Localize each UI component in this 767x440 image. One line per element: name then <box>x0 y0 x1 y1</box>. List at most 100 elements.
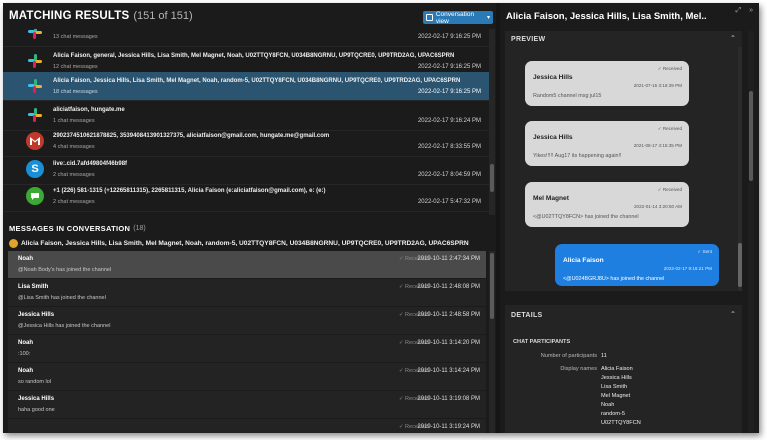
message-row[interactable]: ✓ Received 2019-10-11 3:19:24 PM <box>8 419 486 433</box>
message-row[interactable]: Jessica Hills haha good one ✓ Received 2… <box>8 391 486 419</box>
result-sub: 1 chat messages <box>53 118 95 124</box>
preview-panel: PREVIEW ⌃ ✓ Received Jessica Hills 2021-… <box>505 31 742 291</box>
result-sub: 2 chat messages <box>53 199 95 205</box>
messages-list: Noah @Noah Body's has joined the channel… <box>3 251 489 433</box>
details-panel: DETAILS ⌃ CHAT PARTICIPANTS Number of pa… <box>505 305 742 433</box>
bubble-text: Yikes!!!!! Aug17 its happening again!! <box>533 153 622 159</box>
messages-header: MESSAGES IN CONVERSATION (18) <box>3 221 496 235</box>
display-name: Jessica Hills <box>601 375 632 381</box>
result-sub: 18 chat messages <box>53 89 98 95</box>
messages-scrollbar-thumb[interactable] <box>490 253 494 319</box>
results-scrollbar[interactable] <box>489 29 495 215</box>
conversation-title: Alicia Faison, Jessica Hills, Lisa Smith… <box>506 11 706 22</box>
expand-icon[interactable]: » <box>749 7 753 15</box>
slack-icon <box>26 106 44 124</box>
chevron-down-icon: ▾ <box>486 15 490 21</box>
result-date: 2022-02-17 9:16:25 PM <box>417 34 481 40</box>
display-name: Alicia Faison <box>601 366 633 372</box>
result-row[interactable]: 13 chat messages 2022-02-17 9:16:25 PM <box>3 29 489 47</box>
results-scrollbar-thumb[interactable] <box>490 164 494 192</box>
bubble-text: <@U02TTQY8FCN> has joined the channel <box>533 214 639 220</box>
group-icon <box>9 238 18 248</box>
result-row[interactable]: S live:.cid.7afd49804f46b98f 2 chat mess… <box>3 155 489 185</box>
bubble-date: 2021-07-15 3:16:39 PM <box>633 83 682 88</box>
display-name: Mel Magnet <box>601 393 631 399</box>
display-name: U02TTQY8FCN <box>601 420 641 426</box>
message-row[interactable]: Noah so random lol ✓ Received 2019-10-11… <box>8 363 486 391</box>
result-date: 2022-02-17 5:47:32 PM <box>417 199 481 205</box>
result-date: 2022-02-17 9:16:25 PM <box>417 64 481 70</box>
message-text: :100: <box>18 351 31 357</box>
app-window: MATCHING RESULTS (151 of 151) Conversati… <box>3 3 759 433</box>
result-name: +1 (226) 581-1315 (+12265811315), 226581… <box>53 188 326 194</box>
result-row[interactable]: +1 (226) 581-1315 (+12265811315), 226581… <box>3 182 489 212</box>
participants-count-label: Number of participants <box>540 353 597 359</box>
message-row[interactable]: Jessica Hills @Jessica Hills has joined … <box>8 307 486 335</box>
bubble-text: <@U024BGRJ8U> has joined the channel <box>563 276 665 282</box>
popout-icon[interactable]: ⤢ <box>735 7 741 15</box>
slack-icon <box>26 29 44 41</box>
message-row[interactable]: Noah :100: ✓ Received 2019-10-11 3:14:20… <box>8 335 486 363</box>
result-sub: 13 chat messages <box>53 34 98 40</box>
collapse-up-icon[interactable]: ⌃ <box>730 310 736 318</box>
result-row[interactable]: 2902374510621878825, 3539408413901327375… <box>3 127 489 157</box>
details-title: DETAILS <box>511 311 543 319</box>
bubble-sender: Mel Magnet <box>533 195 569 202</box>
conversation-view-icon <box>426 14 433 21</box>
window-controls: ⤢ » <box>735 7 753 15</box>
right-pane: Alicia Faison, Jessica Hills, Lisa Smith… <box>500 3 759 433</box>
gmail-icon <box>26 132 44 150</box>
message-date: 2019-10-11 3:14:24 PM <box>417 368 480 374</box>
right-pane-scrollbar-thumb[interactable] <box>749 91 753 181</box>
message-bubble: ✓ Received Mel Magnet 2022-01-14 3:20:50… <box>525 182 689 227</box>
message-row[interactable]: Noah @Noah Body's has joined the channel… <box>8 251 486 279</box>
preview-header: PREVIEW ⌃ <box>505 31 742 47</box>
slack-icon <box>26 77 44 95</box>
message-text: haha good one <box>18 407 55 413</box>
matching-results-header: MATCHING RESULTS (151 of 151) Conversati… <box>3 3 496 29</box>
conversation-view-dropdown[interactable]: Conversation view ▾ <box>423 10 493 25</box>
details-header: DETAILS ⌃ <box>505 307 742 323</box>
slack-icon <box>26 52 44 70</box>
conversation-view-label: Conversation view <box>435 10 475 25</box>
bubble-status: ✓ Received <box>657 187 682 192</box>
sms-icon <box>26 187 44 205</box>
result-date: 2022-02-17 9:16:24 PM <box>417 118 481 124</box>
message-bubble-sent: ✓ Sent Alicia Faison 2022-02-17 9:16:21 … <box>555 244 719 286</box>
preview-scrollbar[interactable] <box>738 47 742 291</box>
bubble-date: 2021-08-17 4:15:35 PM <box>633 143 682 148</box>
message-bubble: ✓ Received Jessica Hills 2021-08-17 4:15… <box>525 121 689 166</box>
right-pane-scrollbar[interactable] <box>748 31 754 433</box>
result-sub: 4 chat messages <box>53 144 95 150</box>
preview-scrollbar-thumb[interactable] <box>738 243 742 287</box>
message-sender: Lisa Smith <box>18 284 49 290</box>
display-name: random-5 <box>601 411 625 417</box>
message-row[interactable]: Lisa Smith @Lisa Smith has joined the ch… <box>8 279 486 307</box>
matching-results-count: (151 of 151) <box>133 10 193 22</box>
result-sub: 12 chat messages <box>53 64 98 70</box>
message-sender: Noah <box>18 368 33 374</box>
result-date: 2022-02-17 9:16:25 PM <box>417 89 481 95</box>
message-text: @Noah Body's has joined the channel <box>18 267 112 273</box>
message-date: 2019-10-11 3:19:08 PM <box>417 396 480 402</box>
message-sender: Jessica Hills <box>18 312 55 318</box>
bubble-sender: Alicia Faison <box>563 257 604 264</box>
chat-participants-heading: CHAT PARTICIPANTS <box>513 339 571 345</box>
result-row-selected[interactable]: Alicia Faison, Jessica Hills, Lisa Smith… <box>3 72 489 101</box>
bubble-text: Random5 channel msg jul15 <box>533 93 602 99</box>
result-name: 2902374510621878825, 3539408413901327375… <box>53 133 330 139</box>
message-text: @Jessica Hills has joined the channel <box>18 323 111 329</box>
result-name: Alicia Faison, Jessica Hills, Lisa Smith… <box>53 78 461 84</box>
skype-icon: S <box>26 160 44 178</box>
message-date: 2019-10-11 2:48:58 PM <box>417 312 480 318</box>
left-pane: MATCHING RESULTS (151 of 151) Conversati… <box>3 3 496 433</box>
messages-scrollbar[interactable] <box>489 251 495 433</box>
message-sender: Noah <box>18 256 33 262</box>
display-name: Lisa Smith <box>601 384 628 390</box>
bubble-status: ✓ Sent <box>697 249 712 254</box>
collapse-up-icon[interactable]: ⌃ <box>730 34 736 42</box>
preview-title: PREVIEW <box>511 35 546 43</box>
display-name: Noah <box>601 402 615 408</box>
participants-count-value: 11 <box>601 353 607 359</box>
result-date: 2022-02-17 8:04:59 PM <box>417 172 481 178</box>
